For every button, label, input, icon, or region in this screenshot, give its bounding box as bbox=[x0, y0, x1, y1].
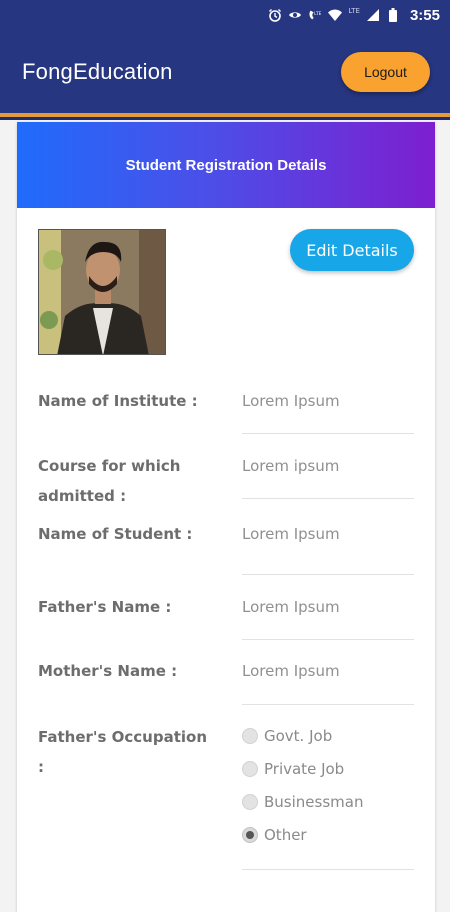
card-title: Student Registration Details bbox=[125, 156, 327, 174]
father-name-divider bbox=[242, 639, 414, 640]
signal-icon bbox=[366, 8, 380, 22]
father-name-value: Lorem Ipsum bbox=[242, 598, 340, 616]
app-title: FongEducation bbox=[22, 58, 173, 84]
mother-name-value: Lorem Ipsum bbox=[242, 662, 340, 680]
radio-button[interactable] bbox=[242, 761, 258, 777]
occupation-divider bbox=[242, 869, 414, 870]
svg-text:LTE: LTE bbox=[314, 11, 321, 17]
radio-button[interactable] bbox=[242, 794, 258, 810]
registration-card: Student Registration Details Edit Detail… bbox=[17, 122, 435, 912]
student-name-divider bbox=[242, 574, 414, 575]
occupation-option-private-job[interactable]: Private Job bbox=[242, 760, 344, 778]
father-name-label: Father's Name : bbox=[38, 598, 172, 616]
battery-icon bbox=[386, 8, 400, 22]
status-time: 3:55 bbox=[409, 6, 440, 24]
network-type-label: LTE bbox=[348, 7, 360, 15]
mother-name-label: Mother's Name : bbox=[38, 662, 178, 680]
occupation-option-businessman[interactable]: Businessman bbox=[242, 793, 363, 811]
status-bar: LTE LTE 3:55 bbox=[0, 0, 450, 30]
radio-button[interactable] bbox=[242, 728, 258, 744]
radio-label: Businessman bbox=[264, 793, 364, 811]
institute-divider bbox=[242, 433, 414, 434]
edit-details-button[interactable]: Edit Details bbox=[290, 229, 414, 271]
institute-value: Lorem Ipsum bbox=[242, 392, 340, 410]
alarm-icon bbox=[268, 8, 282, 22]
course-divider bbox=[242, 498, 414, 499]
radio-button-selected[interactable] bbox=[242, 827, 258, 843]
course-label: Course for which admitted : bbox=[38, 457, 181, 505]
app-bar-shadow-line bbox=[0, 117, 450, 120]
radio-label: Private Job bbox=[264, 760, 345, 778]
occupation-label: Father's Occupation : bbox=[38, 728, 208, 776]
course-value: Lorem ipsum bbox=[242, 457, 340, 475]
student-name-value: Lorem Ipsum bbox=[242, 525, 340, 543]
radio-label: Govt. Job bbox=[264, 727, 333, 745]
student-name-label: Name of Student : bbox=[38, 525, 193, 543]
radio-label: Other bbox=[264, 826, 307, 844]
wifi-icon bbox=[328, 8, 343, 22]
app-bar: FongEducation Logout bbox=[0, 30, 450, 113]
eye-icon bbox=[288, 8, 302, 22]
institute-label: Name of Institute : bbox=[38, 392, 198, 410]
mother-name-divider bbox=[242, 704, 414, 705]
student-photo bbox=[38, 229, 166, 355]
occupation-option-govt-job[interactable]: Govt. Job bbox=[242, 727, 332, 745]
occupation-option-other[interactable]: Other bbox=[242, 826, 307, 844]
radio-dot-icon bbox=[246, 831, 254, 839]
logout-button[interactable]: Logout bbox=[341, 51, 430, 92]
card-header: Student Registration Details bbox=[17, 122, 435, 208]
volte-icon: LTE bbox=[308, 8, 322, 22]
